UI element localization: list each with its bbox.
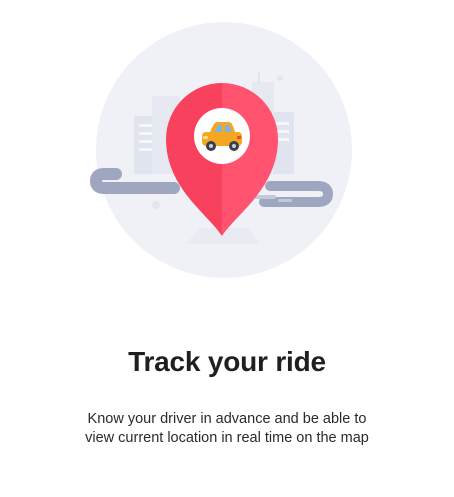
onboarding-title: Track your ride bbox=[128, 346, 326, 377]
track-ride-illustration bbox=[89, 22, 352, 278]
decor-dot bbox=[277, 75, 283, 81]
onboarding-description: Know your driver in advance and be able … bbox=[85, 411, 369, 446]
decor-dot bbox=[152, 201, 160, 209]
onboarding-screen: Track your ride Know your driver in adva… bbox=[0, 0, 454, 497]
